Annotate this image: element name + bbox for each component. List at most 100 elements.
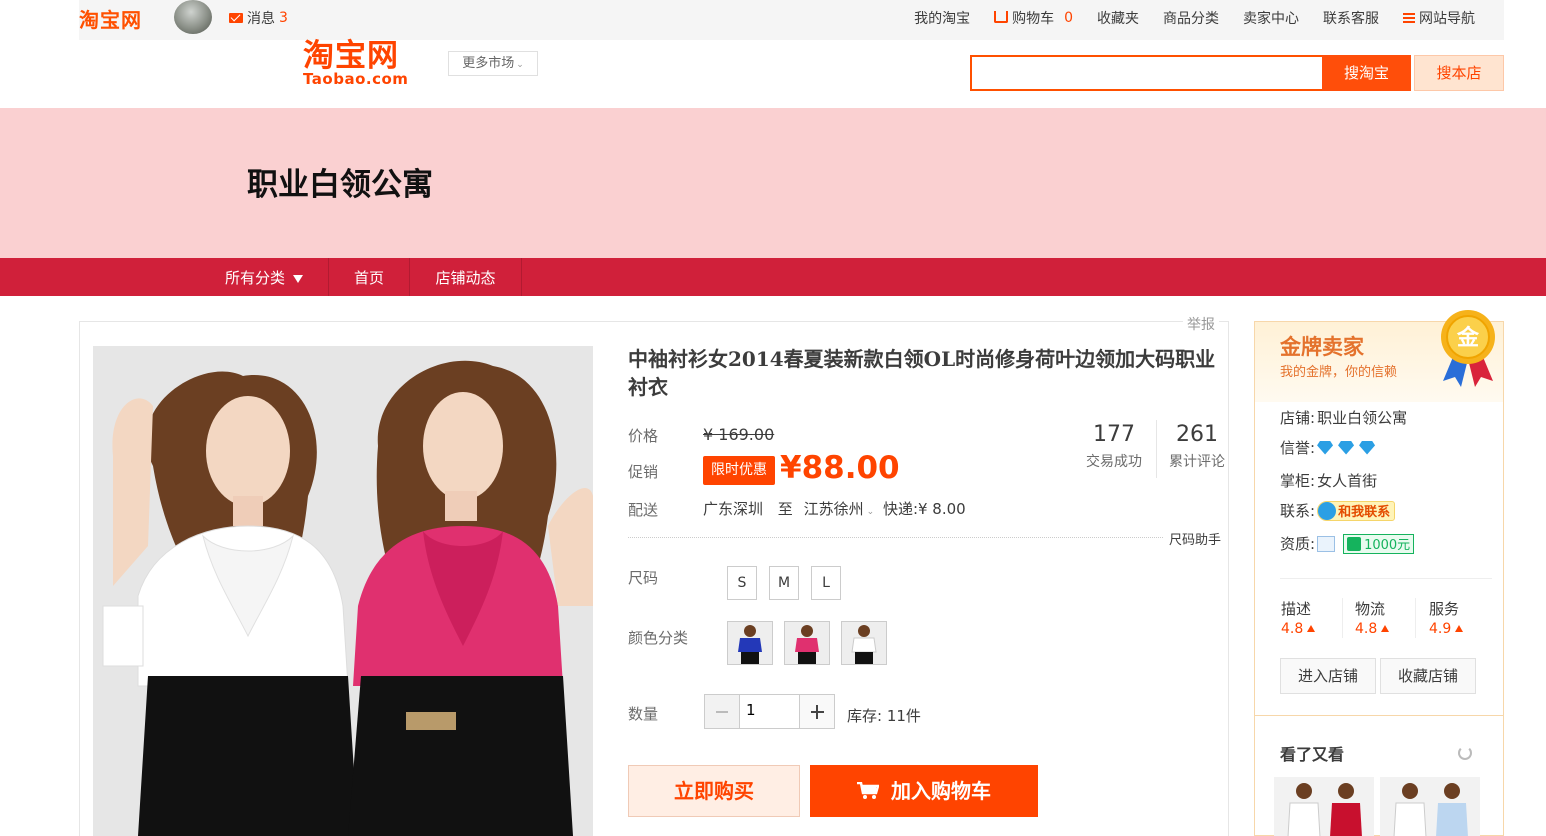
mail-icon	[229, 13, 243, 23]
qualification-row: 资质: 1000元	[1280, 533, 1415, 554]
original-price: ¥ 169.00	[703, 425, 775, 444]
rose-shirt-thumb	[785, 622, 829, 664]
nav-home[interactable]: 首页	[329, 258, 410, 296]
more-market-dropdown[interactable]: 更多市场 ⌄	[448, 51, 538, 76]
score-description-value: 4.8	[1281, 621, 1304, 637]
also-viewed-thumb	[1274, 777, 1374, 836]
shipping-info: 广东深圳 至 江苏徐州 ⌄ 快递:¥ 8.00	[703, 498, 966, 519]
my-taobao-link[interactable]: 我的淘宝	[902, 8, 982, 28]
id-card-icon[interactable]	[1317, 535, 1336, 552]
refresh-icon[interactable]	[1458, 746, 1472, 760]
cart-link[interactable]: 购物车 0	[982, 8, 1085, 28]
price-label: 价格	[628, 427, 659, 445]
deposit-value: 1000元	[1364, 538, 1411, 553]
buy-now-button[interactable]: 立即购买	[628, 765, 800, 817]
add-to-cart-button[interactable]: 加入购物车	[810, 765, 1038, 817]
quantity-label: 数量	[628, 705, 659, 723]
search-taobao-button[interactable]: 搜淘宝	[1322, 55, 1411, 91]
size-helper-link[interactable]: 尺码助手	[1169, 529, 1221, 548]
reviews-label: 累计评论	[1169, 454, 1225, 470]
keeper-row-label: 掌柜:	[1280, 472, 1316, 490]
quantity-input[interactable]: 1	[739, 694, 800, 729]
nav-home-label: 首页	[353, 269, 384, 287]
also-viewed-item[interactable]	[1274, 777, 1374, 836]
messages-label: 消息	[247, 11, 275, 27]
arrow-up-icon	[1455, 625, 1464, 632]
reviews-stat[interactable]: 261 累计评论	[1165, 422, 1229, 471]
size-option-l[interactable]: L	[811, 566, 841, 600]
cart-icon	[994, 11, 1009, 23]
color-option-rose[interactable]	[784, 621, 830, 665]
score-logistics-label: 物流	[1355, 600, 1386, 618]
shop-row: 店铺: 职业白领公寓	[1280, 407, 1407, 428]
score-logistics: 物流 4.8	[1355, 598, 1390, 637]
color-option-blue[interactable]	[727, 621, 773, 665]
triangle-down-icon	[293, 274, 303, 283]
nav-all-categories[interactable]: 所有分类	[200, 258, 329, 296]
ship-from: 广东深圳	[703, 500, 764, 518]
taobao-logo[interactable]: 淘宝网 Taobao.com	[303, 38, 423, 88]
quantity-decrease-button[interactable]	[704, 694, 740, 729]
favorite-shop-button[interactable]: 收藏店铺	[1380, 658, 1476, 694]
nav-news[interactable]: 店铺动态	[410, 258, 522, 296]
diamond-icon	[1359, 440, 1376, 455]
arrow-up-icon	[1381, 625, 1390, 632]
nav-news-label: 店铺动态	[435, 269, 496, 287]
messages-link[interactable]: 消息 3	[229, 8, 288, 28]
contact-row: 联系: 和我联系	[1280, 500, 1396, 521]
color-option-white[interactable]	[841, 621, 887, 665]
favorites-link[interactable]: 收藏夹	[1085, 8, 1151, 28]
shop-row-value[interactable]: 职业白领公寓	[1317, 407, 1407, 428]
score-service-label: 服务	[1429, 600, 1460, 618]
report-link[interactable]: 举报	[1183, 314, 1219, 334]
size-option-s[interactable]: S	[727, 566, 757, 600]
contact-seller-button[interactable]: 和我联系	[1317, 500, 1396, 521]
size-option-m[interactable]: M	[769, 566, 799, 600]
contact-row-label: 联系:	[1280, 502, 1316, 520]
cart-icon	[857, 782, 879, 799]
shop-banner: 职业白领公寓	[0, 108, 1546, 258]
gold-seller-title: 金牌卖家	[1280, 335, 1364, 359]
menu-icon	[1403, 13, 1415, 23]
deposit-badge[interactable]: 1000元	[1343, 533, 1415, 554]
search-shop-button[interactable]: 搜本店	[1414, 55, 1504, 91]
customer-service-label: 联系客服	[1323, 11, 1379, 27]
site-nav-link[interactable]: 网站导航	[1391, 8, 1487, 28]
ship-fee: 快递:¥ 8.00	[882, 500, 966, 518]
quantity-increase-button[interactable]	[799, 694, 835, 729]
product-main-image[interactable]	[93, 346, 593, 836]
enter-shop-button[interactable]: 进入店铺	[1280, 658, 1376, 694]
score-service-value: 4.9	[1429, 621, 1452, 637]
site-topbar: 淘宝网 消息 3 我的淘宝 购物车 0 收藏夹 商品分类 卖家中心 联系客服 网…	[79, 0, 1504, 40]
score-logistics-value: 4.8	[1355, 621, 1378, 637]
limited-offer-badge: 限时优惠	[703, 456, 775, 485]
shop-title: 职业白领公寓	[247, 167, 433, 203]
ship-to-selector[interactable]: 江苏徐州 ⌄	[804, 500, 875, 518]
score-service: 服务 4.9	[1429, 598, 1464, 637]
size-label: 尺码	[628, 569, 659, 587]
gold-seller-subtitle: 我的金牌，你的信赖	[1280, 365, 1398, 380]
favorites-label: 收藏夹	[1097, 11, 1139, 27]
brand-cn: 淘宝网	[303, 38, 399, 74]
seller-center-label: 卖家中心	[1243, 11, 1299, 27]
also-viewed-item[interactable]	[1380, 777, 1480, 836]
user-avatar[interactable]	[174, 0, 212, 34]
categories-link[interactable]: 商品分类	[1151, 8, 1231, 28]
models-illustration	[93, 346, 593, 836]
score-description-label: 描述	[1281, 600, 1312, 618]
search-input[interactable]	[970, 55, 1322, 91]
trades-stat[interactable]: 177 交易成功	[1080, 422, 1148, 471]
trades-label: 交易成功	[1086, 454, 1142, 470]
topbar-links: 我的淘宝 购物车 0 收藏夹 商品分类 卖家中心 联系客服 网站导航	[902, 8, 1487, 28]
shop-row-label: 店铺:	[1280, 409, 1316, 427]
reviews-count: 261	[1176, 422, 1218, 447]
taobao-logo-small[interactable]: 淘宝网	[79, 4, 142, 33]
add-to-cart-label: 加入购物车	[891, 779, 991, 803]
credit-row-label: 信誉:	[1280, 439, 1316, 457]
diamond-icon	[1317, 440, 1334, 455]
customer-service-link[interactable]: 联系客服	[1311, 8, 1391, 28]
stat-divider	[1156, 420, 1157, 478]
seller-card: 金牌卖家 我的金牌，你的信赖 金 店铺: 职业白领公寓 信誉: 掌柜: 女人首街…	[1254, 310, 1504, 836]
also-viewed-thumb	[1380, 777, 1480, 836]
seller-center-link[interactable]: 卖家中心	[1231, 8, 1311, 28]
